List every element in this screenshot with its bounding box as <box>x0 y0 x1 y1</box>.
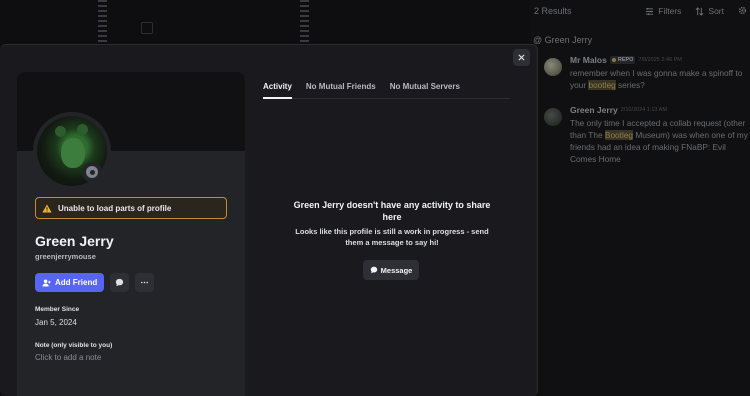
search-result-message[interactable]: Mr Malos REPO 7/8/2025 2:46 PM remember … <box>544 55 748 91</box>
search-highlight: Bootleg <box>604 130 634 140</box>
username[interactable]: greenjerrymouse <box>35 252 96 261</box>
message-button-label: Message <box>380 265 413 275</box>
display-name: Green Jerry <box>35 233 114 249</box>
message-author[interactable]: Green Jerry <box>570 105 618 115</box>
tab-activity[interactable]: Activity <box>263 77 292 99</box>
background-decoration <box>300 0 309 44</box>
results-count: 2 Results <box>534 6 572 16</box>
filters-label: Filters <box>658 6 682 16</box>
warning-icon <box>42 204 52 212</box>
note-heading: Note (only visible to you) <box>35 342 113 349</box>
offline-status-icon <box>86 166 98 178</box>
close-button[interactable] <box>513 49 530 66</box>
avatar[interactable] <box>544 108 562 126</box>
member-since-date: Jan 5, 2024 <box>35 318 77 327</box>
more-icon <box>141 281 149 284</box>
message-text: The only time I accepted a collab reques… <box>570 117 748 165</box>
message-author[interactable]: Mr Malos <box>570 55 607 65</box>
sort-button[interactable]: Sort <box>695 6 724 16</box>
channel-label: @ Green Jerry <box>533 35 593 45</box>
add-friend-label: Add Friend <box>55 278 98 287</box>
search-result-message[interactable]: Green Jerry 2/10/2024 1:13 AM The only t… <box>544 105 748 165</box>
sort-icon <box>695 6 704 16</box>
sort-label: Sort <box>708 6 724 16</box>
filters-icon <box>646 7 654 15</box>
background-decoration <box>98 0 107 44</box>
search-highlight: bootleg <box>588 80 616 90</box>
note-input[interactable]: Click to add a note <box>35 353 101 362</box>
message-button[interactable]: Message <box>363 260 419 280</box>
member-since-heading: Member Since <box>35 306 80 313</box>
search-results-header: 2 Results Filters Sort <box>530 0 750 22</box>
gear-icon[interactable] <box>738 6 747 15</box>
status-indicator <box>82 162 102 182</box>
empty-activity-title: Green Jerry doesn't have any activity to… <box>293 200 491 222</box>
message-timestamp: 7/8/2025 2:46 PM <box>638 57 682 63</box>
message-text: remember when I was gonna make a spinoff… <box>570 67 748 91</box>
background-icon <box>141 22 153 34</box>
tab-mutual-friends[interactable]: No Mutual Friends <box>306 77 376 99</box>
add-friend-button[interactable]: Add Friend <box>35 273 105 292</box>
message-text-part: series? <box>615 80 645 90</box>
tab-mutual-servers[interactable]: No Mutual Servers <box>390 77 460 99</box>
message-timestamp: 2/10/2024 1:13 AM <box>620 107 667 113</box>
chat-bubble-icon <box>116 278 124 287</box>
filters-button[interactable]: Filters <box>645 6 681 16</box>
search-results-panel: 2 Results Filters Sort @ Green Jerry Mr … <box>530 0 750 396</box>
server-tag: REPO <box>609 56 636 64</box>
avatar[interactable] <box>544 58 562 76</box>
empty-activity-subtitle: Looks like this profile is still a work … <box>295 227 489 247</box>
add-user-icon <box>42 278 51 287</box>
close-icon <box>518 54 525 61</box>
chat-bubble-icon <box>370 266 377 274</box>
more-options-button[interactable] <box>135 273 155 292</box>
profile-tabs: Activity No Mutual Friends No Mutual Ser… <box>263 77 510 99</box>
profile-warning-banner: Unable to load parts of profile <box>35 197 227 219</box>
profile-actions: Add Friend <box>35 273 155 292</box>
warning-text: Unable to load parts of profile <box>58 203 172 213</box>
profile-panel: Unable to load parts of profile Green Je… <box>17 72 245 396</box>
tag-label: REPO <box>617 57 634 63</box>
tag-icon <box>611 58 616 62</box>
send-message-button[interactable] <box>110 273 130 292</box>
